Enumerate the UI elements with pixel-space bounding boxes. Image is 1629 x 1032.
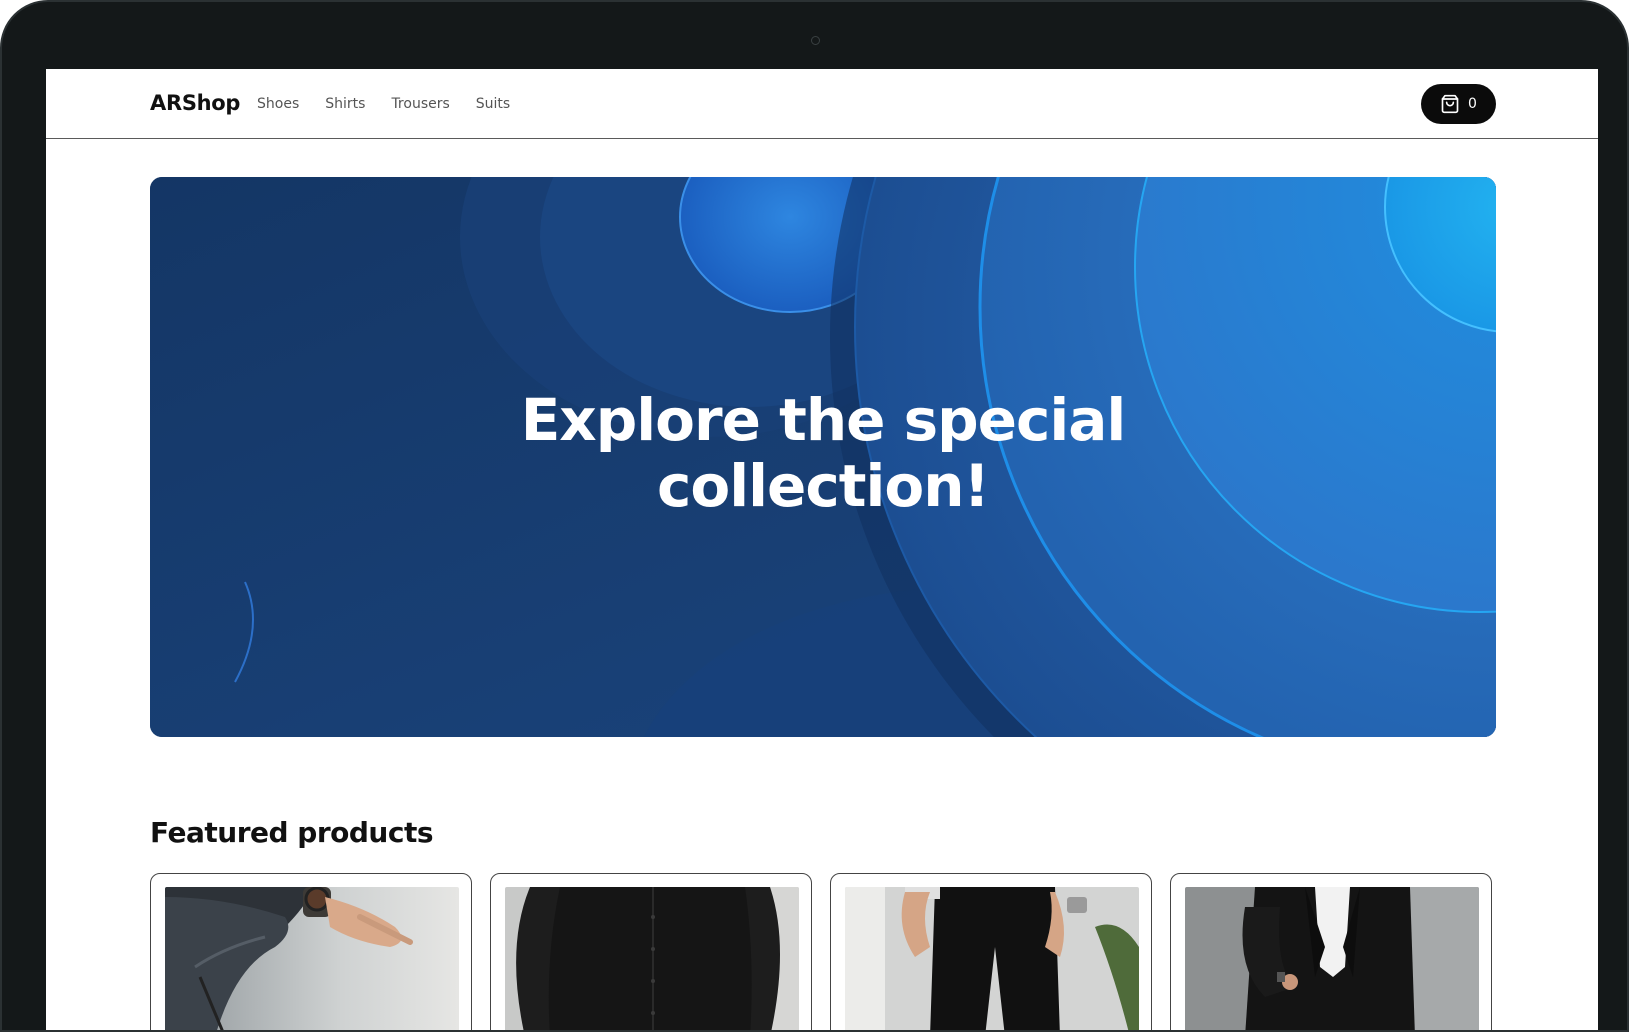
- laptop-mockup: ARShop Shoes Shirts Trousers Suits 0 Exp…: [0, 0, 1629, 1032]
- nav-item-trousers[interactable]: Trousers: [391, 96, 449, 112]
- product-card[interactable]: [150, 873, 472, 1030]
- laptop-bezel: ARShop Shoes Shirts Trousers Suits 0 Exp…: [0, 0, 1629, 1032]
- site-header: ARShop Shoes Shirts Trousers Suits 0: [46, 69, 1598, 139]
- hero-title: Explore the special collection!: [150, 387, 1496, 519]
- hero-title-line-1: Explore the special: [520, 386, 1127, 454]
- nav-item-shoes[interactable]: Shoes: [257, 96, 299, 112]
- nav-item-suits[interactable]: Suits: [476, 96, 510, 112]
- browser-screen: ARShop Shoes Shirts Trousers Suits 0 Exp…: [46, 69, 1598, 1030]
- product-card[interactable]: [490, 873, 812, 1030]
- jeans-photo: [165, 887, 459, 1030]
- product-grid: [150, 873, 1492, 1030]
- camera-icon: [811, 36, 820, 45]
- shopping-bag-icon: [1441, 94, 1459, 114]
- product-card[interactable]: [830, 873, 1152, 1030]
- cart-button[interactable]: 0: [1421, 84, 1496, 124]
- hero-title-line-2: collection!: [657, 452, 990, 520]
- featured-products-heading: Featured products: [150, 816, 434, 849]
- hero-banner: Explore the special collection!: [150, 177, 1496, 737]
- cart-count: 0: [1468, 96, 1477, 112]
- nav-item-shirts[interactable]: Shirts: [325, 96, 365, 112]
- black-trousers-photo: [845, 887, 1139, 1030]
- brand-logo[interactable]: ARShop: [150, 91, 240, 115]
- main-nav: Shoes Shirts Trousers Suits: [257, 96, 510, 112]
- product-card[interactable]: [1170, 873, 1492, 1030]
- black-suit-photo: [1185, 887, 1479, 1030]
- black-shirt-photo: [505, 887, 799, 1030]
